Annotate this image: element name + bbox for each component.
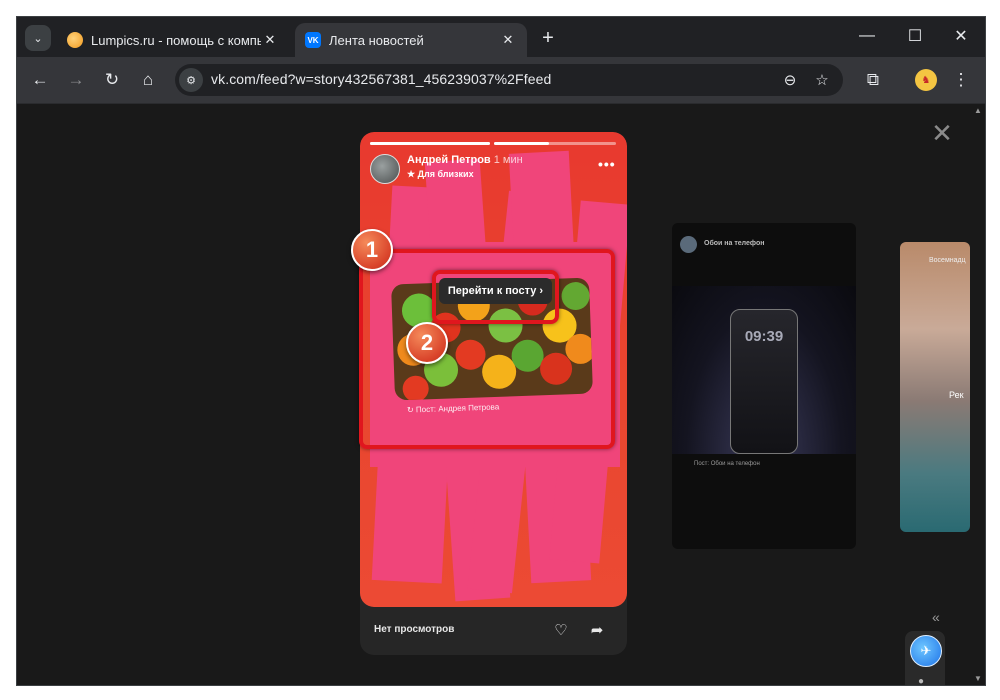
next-story-avatar <box>680 236 697 253</box>
tab-strip: ⌄ Lumpics.ru - помощь с компь ✕ VK Лента… <box>17 17 985 57</box>
scrollbar[interactable] <box>970 104 985 685</box>
story-progress-bar <box>370 142 490 145</box>
next-story-caption: Пост: Обои на телефон <box>694 461 760 467</box>
tab-title: Lumpics.ru - помощь с компь <box>91 32 261 48</box>
bookmark-star-icon[interactable]: ☆ <box>811 69 833 91</box>
audience-label: ★ Для близких <box>407 169 474 180</box>
share-icon[interactable]: ➦ <box>587 620 607 640</box>
site-info-icon[interactable]: ⚙ <box>179 68 203 92</box>
collapse-chevrons-icon[interactable]: « <box>932 609 940 625</box>
scroll-up-arrow-icon[interactable]: ▲ <box>974 106 982 115</box>
star-icon: ★ <box>407 169 416 179</box>
author-name[interactable]: Андрей Петров <box>407 154 491 166</box>
url-text[interactable]: vk.com/feed?w=story432567381_456239037%2… <box>211 71 551 87</box>
tab-title: Лента новостей <box>329 32 424 48</box>
story-footer: Нет просмотров ♡ ➦ <box>360 607 627 655</box>
extensions-icon[interactable]: ⧉ <box>861 68 885 92</box>
vk-logo-icon: VK <box>305 32 321 48</box>
third-story-text: Рек <box>949 390 964 400</box>
author-line[interactable]: Андрей Петров 1 мин <box>407 154 523 166</box>
phone-clock: 09:39 <box>744 328 784 345</box>
reload-icon[interactable]: ↻ <box>100 68 124 92</box>
minimize-icon[interactable]: — <box>849 23 885 49</box>
back-arrow-icon[interactable]: ← <box>28 68 52 92</box>
tab-search-button[interactable]: ⌄ <box>25 25 51 51</box>
next-story-author: Обои на телефон <box>704 240 765 247</box>
author-avatar[interactable] <box>370 154 400 184</box>
third-story-preview[interactable]: Восемнадц Рек <box>900 242 970 532</box>
audience-text: Для близких <box>417 169 474 179</box>
zoom-icon[interactable]: ⊖ <box>779 69 801 91</box>
home-icon[interactable]: ⌂ <box>136 68 160 92</box>
address-bar[interactable]: ⚙ vk.com/feed?w=story432567381_456239037… <box>175 64 843 96</box>
browser-toolbar: ← → ↻ ⌂ ⚙ vk.com/feed?w=story432567381_4… <box>17 57 985 104</box>
phone-mockup: 09:39 <box>730 309 798 454</box>
more-options-icon[interactable]: ••• <box>598 156 616 172</box>
step-badge-2: 2 <box>406 322 448 364</box>
forward-arrow-icon[interactable]: → <box>64 68 88 92</box>
orange-circle-icon <box>67 32 83 48</box>
new-tab-button[interactable]: + <box>537 27 559 49</box>
close-window-icon[interactable]: ✕ <box>943 23 979 49</box>
tab-vk-feed[interactable]: VK Лента новостей ✕ <box>295 23 527 57</box>
highlight-box-goto-post <box>432 270 559 324</box>
chat-bubble-icon[interactable]: ● <box>918 676 932 685</box>
maximize-icon[interactable]: ☐ <box>897 23 933 49</box>
story-time: 1 мин <box>493 154 523 166</box>
next-story-preview[interactable]: Обои на телефон 09:39 Пост: Обои на теле… <box>672 223 856 549</box>
tab-lumpics[interactable]: Lumpics.ru - помощь с компь ✕ <box>57 23 289 57</box>
profile-avatar-icon[interactable]: ♞ <box>915 69 937 91</box>
close-stories-icon[interactable]: ✕ <box>929 120 955 146</box>
step-badge-1: 1 <box>351 229 393 271</box>
like-story-icon[interactable]: ♡ <box>551 620 571 640</box>
third-story-author: Восемнадц <box>929 257 966 264</box>
vk-messenger-widget[interactable]: ✈ ● <box>905 631 945 685</box>
messenger-logo-icon[interactable]: ✈ <box>910 635 942 667</box>
scroll-down-arrow-icon[interactable]: ▼ <box>974 674 982 683</box>
views-label: Нет просмотров <box>374 624 455 635</box>
close-tab-icon[interactable]: ✕ <box>261 31 279 49</box>
story-progress-bar <box>494 142 616 145</box>
menu-dots-icon[interactable]: ⋮ <box>949 68 973 92</box>
close-tab-icon[interactable]: ✕ <box>499 31 517 49</box>
